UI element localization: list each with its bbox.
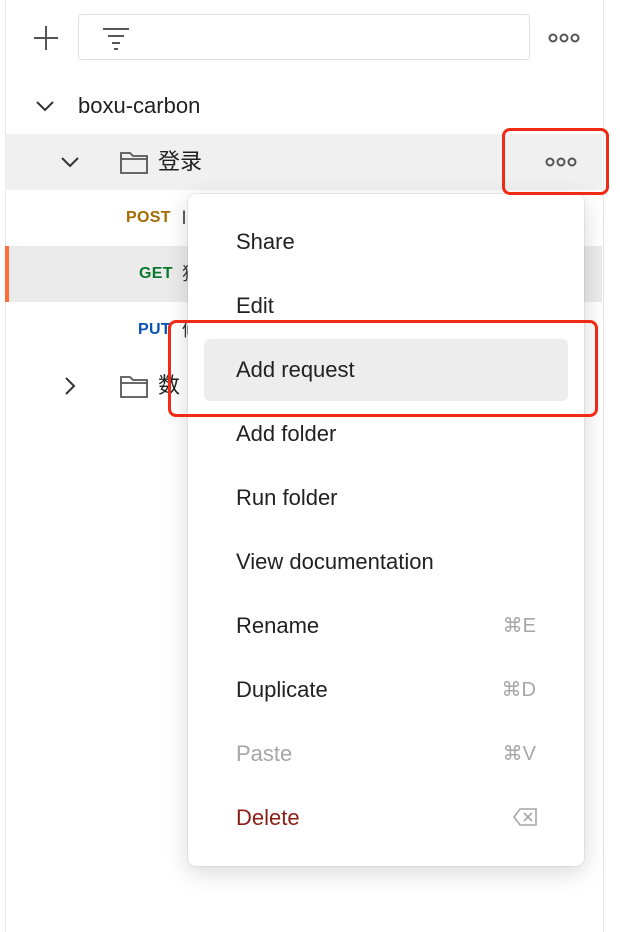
folder-context-menu: Share Edit Add request Add folder Run fo… [188, 194, 584, 866]
folder-name: 登录 [158, 149, 203, 174]
menu-item-paste[interactable]: Paste ⌘V [204, 723, 568, 785]
folder-row-login[interactable]: 登录 [5, 134, 602, 190]
menu-item-label: Paste [236, 741, 293, 766]
menu-item-view-documentation[interactable]: View documentation [204, 531, 568, 593]
method-badge: PUT [138, 321, 171, 338]
menu-item-label: Run folder [236, 485, 338, 510]
menu-item-shortcut: ⌘D [501, 679, 536, 701]
menu-item-duplicate[interactable]: Duplicate ⌘D [204, 659, 568, 721]
filter-icon [103, 28, 129, 50]
menu-item-run-folder[interactable]: Run folder [204, 467, 568, 529]
collection-row[interactable]: boxu-carbon [5, 78, 602, 134]
menu-item-label: Add request [236, 357, 355, 382]
menu-item-share[interactable]: Share [204, 211, 568, 273]
menu-item-label: Share [236, 229, 295, 254]
request-name: l [182, 208, 186, 228]
method-badge: POST [126, 209, 171, 226]
folder-name: 数 [158, 373, 181, 398]
plus-icon [34, 26, 58, 50]
menu-item-add-folder[interactable]: Add folder [204, 403, 568, 465]
menu-item-add-request[interactable]: Add request [204, 339, 568, 401]
menu-item-shortcut: ⌘V [502, 743, 536, 765]
sidebar-more-button[interactable] [546, 26, 582, 50]
more-horizontal-icon [548, 33, 580, 43]
more-horizontal-icon [545, 157, 577, 167]
folder-more-button[interactable] [538, 150, 584, 174]
folder-icon [120, 376, 148, 398]
chevron-down-icon[interactable] [58, 150, 82, 174]
new-collection-button[interactable] [30, 22, 62, 54]
menu-item-label: Edit [236, 293, 274, 318]
folder-icon [120, 152, 148, 174]
menu-item-label: View documentation [236, 549, 434, 574]
collection-name: boxu-carbon [78, 93, 201, 118]
menu-item-label: Duplicate [236, 677, 328, 702]
menu-item-rename[interactable]: Rename ⌘E [204, 595, 568, 657]
menu-item-label: Add folder [236, 421, 337, 446]
menu-item-edit[interactable]: Edit [204, 275, 568, 337]
method-badge: GET [139, 265, 173, 282]
backspace-icon [513, 808, 537, 826]
active-indicator [5, 246, 9, 302]
filter-input[interactable] [78, 14, 530, 60]
chevron-right-icon[interactable] [58, 374, 82, 398]
chevron-down-icon[interactable] [33, 94, 57, 118]
menu-item-label: Delete [236, 805, 300, 830]
menu-item-shortcut: ⌘E [502, 615, 536, 637]
menu-item-delete[interactable]: Delete [204, 787, 568, 849]
menu-item-label: Rename [236, 613, 320, 638]
